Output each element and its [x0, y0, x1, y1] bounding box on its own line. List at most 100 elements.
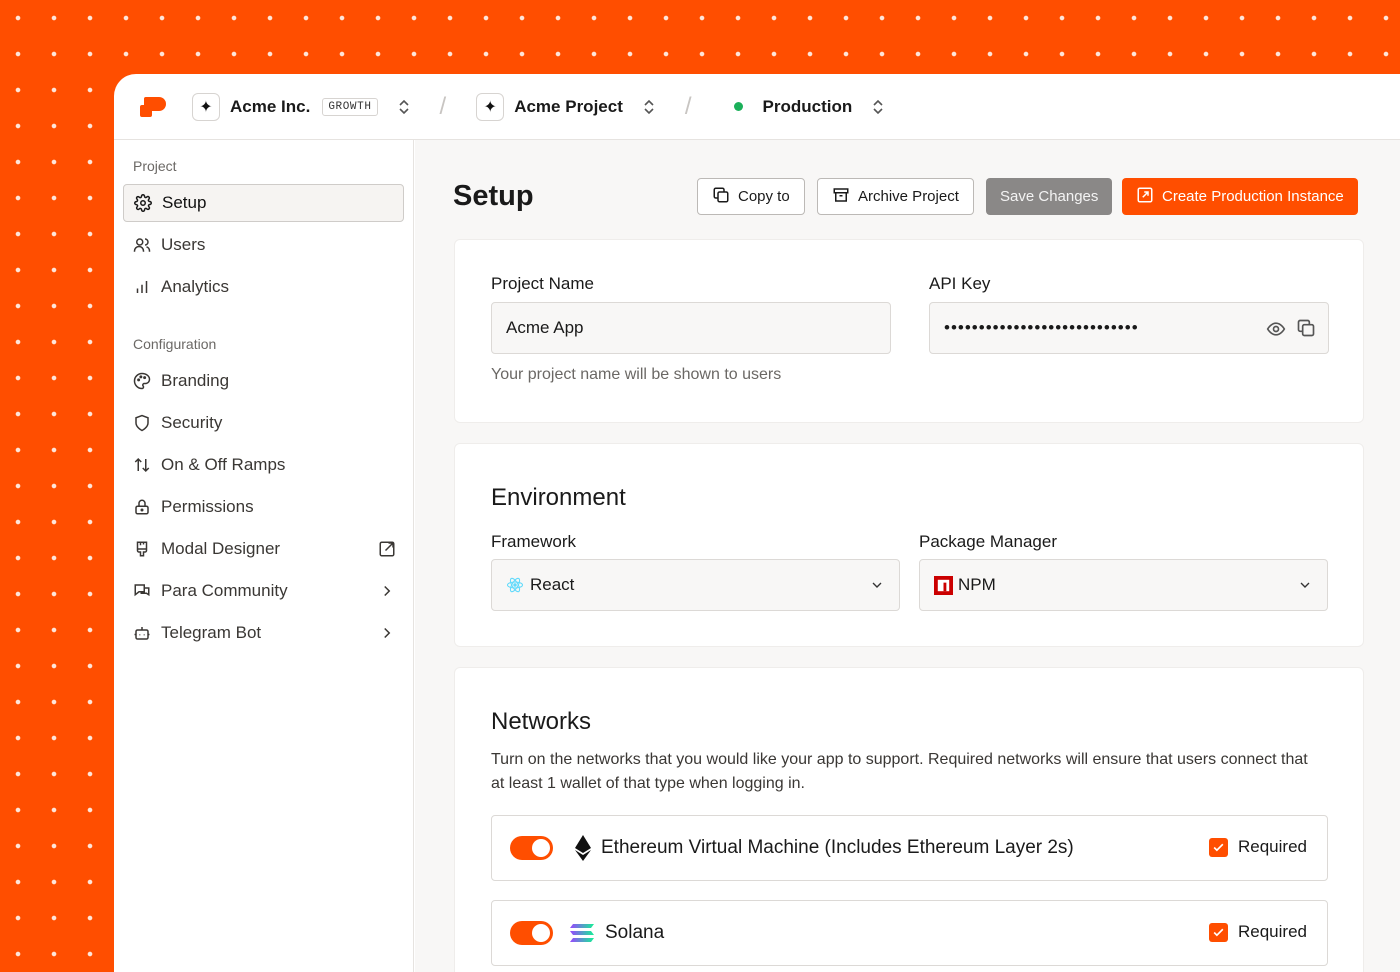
sidebar-item-label: Branding [161, 371, 230, 390]
gear-icon [134, 194, 152, 212]
sidebar-item-users[interactable]: Users [123, 226, 404, 264]
eye-icon[interactable] [1266, 319, 1286, 344]
bot-icon [133, 624, 151, 642]
required-label: Required [1238, 922, 1307, 941]
sidebar-section-configuration: Configuration [133, 336, 217, 352]
environment-heading: Environment [491, 484, 626, 511]
framework-value: React [530, 575, 575, 594]
sidebar: Project Setup Users Analytics Configurat… [114, 140, 414, 972]
project-name-label: Project Name [491, 274, 594, 293]
project-settings-card: Project Name Acme App Your project name … [454, 239, 1364, 423]
project-switcher-icon[interactable] [643, 98, 655, 116]
sidebar-item-ramps[interactable]: On & Off Ramps [123, 446, 404, 484]
brush-icon [133, 540, 151, 558]
required-checkbox[interactable]: Required [1209, 837, 1307, 857]
sidebar-item-label: Para Community [161, 581, 288, 600]
sidebar-item-security[interactable]: Security [123, 404, 404, 442]
arrows-updown-icon [133, 456, 151, 474]
networks-heading: Networks [491, 708, 592, 735]
required-label: Required [1238, 837, 1307, 856]
external-link-icon[interactable] [378, 540, 396, 563]
bar-chart-icon [133, 278, 151, 296]
sidebar-item-label: Analytics [161, 277, 230, 296]
sidebar-section-project: Project [133, 158, 177, 174]
environment-status-dot [733, 102, 743, 111]
page-title: Setup [453, 180, 534, 212]
top-bar: ✦ Acme Inc. GROWTH / ✦ Acme Project / Pr… [114, 74, 1400, 140]
lock-icon [133, 498, 151, 516]
checkmark-icon [1209, 922, 1228, 942]
org-sparkle-icon: ✦ [192, 92, 220, 121]
sidebar-item-label: Modal Designer [161, 539, 281, 558]
shield-icon [133, 414, 151, 432]
chat-icon [133, 582, 151, 600]
copy-icon[interactable] [1296, 318, 1316, 343]
save-label: Save Changes [1000, 188, 1099, 205]
sidebar-item-modal-designer[interactable]: Modal Designer [123, 530, 404, 568]
org-name[interactable]: Acme Inc. [230, 97, 310, 117]
sidebar-item-label: Setup [162, 193, 207, 212]
api-key-field[interactable]: •••••••••••••••••••••••••••• [929, 302, 1329, 354]
sidebar-item-label: Permissions [161, 497, 254, 516]
breadcrumb-separator: / [439, 92, 447, 120]
network-row-evm: Ethereum Virtual Machine (Includes Ether… [491, 815, 1328, 881]
sidebar-item-label: Telegram Bot [161, 623, 262, 642]
project-name-hint: Your project name will be shown to users [491, 366, 782, 383]
org-switcher-icon[interactable] [398, 98, 410, 116]
app-window: ✦ Acme Inc. GROWTH / ✦ Acme Project / Pr… [114, 74, 1400, 972]
save-changes-button[interactable]: Save Changes [986, 178, 1113, 215]
framework-select[interactable]: React [491, 559, 900, 611]
users-icon [133, 236, 151, 254]
network-name: Ethereum Virtual Machine (Includes Ether… [601, 837, 1074, 858]
chevron-right-icon[interactable] [378, 624, 396, 647]
package-manager-value: NPM [958, 575, 996, 594]
sidebar-item-branding[interactable]: Branding [123, 362, 404, 400]
api-key-label: API Key [929, 274, 991, 293]
sidebar-item-label: Security [161, 413, 223, 432]
project-sparkle-icon: ✦ [476, 92, 505, 121]
project-name-value: Acme App [506, 318, 584, 337]
para-logo[interactable] [140, 93, 170, 121]
copy-to-label: Copy to [738, 188, 790, 205]
copy-icon [712, 186, 730, 208]
archive-project-button[interactable]: Archive Project [817, 178, 974, 215]
breadcrumb-separator: / [684, 92, 692, 120]
framework-label: Framework [491, 532, 577, 551]
project-name[interactable]: Acme Project [514, 97, 623, 117]
sidebar-item-permissions[interactable]: Permissions [123, 488, 404, 526]
required-checkbox[interactable]: Required [1209, 922, 1307, 942]
sidebar-item-telegram-bot[interactable]: Telegram Bot [123, 614, 404, 652]
network-toggle[interactable] [510, 921, 553, 945]
create-prod-label: Create Production Instance [1162, 188, 1344, 205]
open-in-new-icon [1136, 186, 1154, 208]
create-production-instance-button[interactable]: Create Production Instance [1122, 178, 1358, 215]
chevron-down-icon [1297, 577, 1313, 598]
environment-switcher-icon[interactable] [872, 98, 884, 116]
environment-name[interactable]: Production [763, 97, 853, 117]
package-manager-label: Package Manager [919, 532, 1057, 551]
archive-icon [832, 186, 850, 208]
network-toggle[interactable] [510, 836, 553, 860]
sidebar-item-analytics[interactable]: Analytics [123, 268, 404, 306]
plan-badge: GROWTH [322, 97, 378, 116]
sidebar-item-para-community[interactable]: Para Community [123, 572, 404, 610]
package-manager-select[interactable]: NPM [919, 559, 1328, 611]
archive-label: Archive Project [858, 188, 959, 205]
networks-card: Networks Turn on the networks that you w… [454, 667, 1364, 972]
chevron-right-icon[interactable] [378, 582, 396, 605]
networks-description: Turn on the networks that you would like… [491, 751, 1308, 792]
network-name: Solana [605, 922, 665, 943]
network-row-solana: Solana Required [491, 900, 1328, 966]
sidebar-item-label: On & Off Ramps [161, 455, 286, 474]
palette-icon [133, 372, 151, 390]
copy-to-button[interactable]: Copy to [697, 178, 805, 215]
ethereum-icon [575, 835, 591, 861]
api-key-value: •••••••••••••••••••••••••••• [944, 318, 1139, 337]
project-name-input[interactable]: Acme App [491, 302, 891, 354]
react-icon [506, 576, 524, 594]
solana-icon [569, 923, 595, 943]
checkmark-icon [1209, 837, 1228, 857]
sidebar-item-label: Users [161, 235, 206, 254]
sidebar-item-setup[interactable]: Setup [123, 184, 404, 222]
main-content: Setup Copy to Archive Project Save Chang… [415, 140, 1400, 972]
